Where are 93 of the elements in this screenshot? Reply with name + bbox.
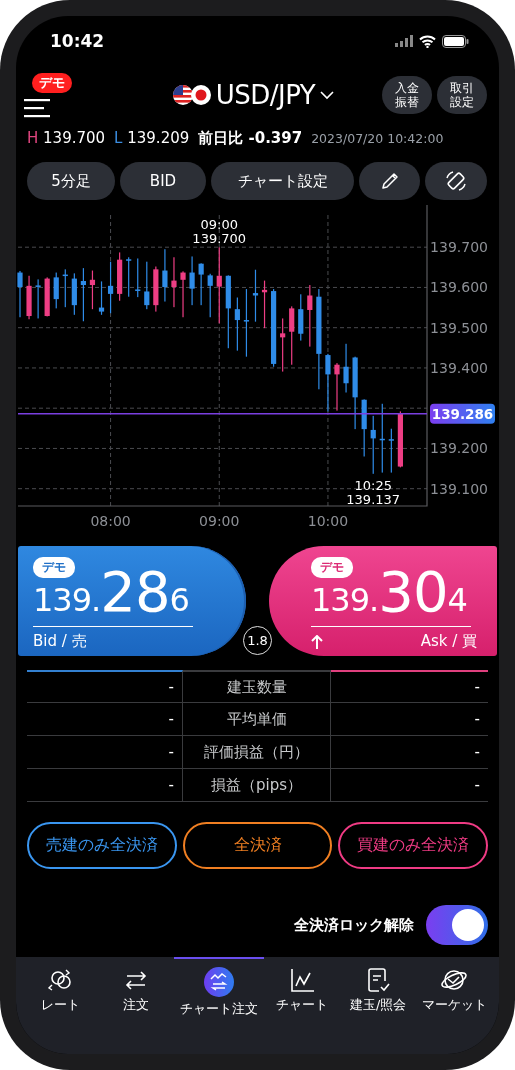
- price-label: Ask / 買: [420, 632, 477, 651]
- candlestick: [180, 271, 186, 318]
- candlestick: [397, 411, 403, 468]
- nav-tab[interactable]: チャート: [264, 957, 340, 1019]
- pencil-icon: [379, 171, 400, 191]
- menu-icon[interactable]: [22, 97, 52, 118]
- candlestick: [126, 257, 132, 297]
- table-cell: 建玉数量: [183, 670, 331, 703]
- candlestick: [26, 275, 32, 320]
- toolbar-button[interactable]: BID: [120, 162, 206, 200]
- currency-pair[interactable]: USD/JPY: [215, 80, 316, 110]
- high-price: 139.700: [43, 129, 106, 147]
- demo-badge: デモ: [311, 557, 353, 578]
- low-label: L: [114, 129, 123, 147]
- nav-tab[interactable]: 注文: [98, 957, 174, 1019]
- rotate-icon: [444, 169, 468, 193]
- axis-label: 09:00: [199, 513, 240, 529]
- axis-label: 139.500: [430, 319, 488, 336]
- nav-tab[interactable]: マーケット: [416, 957, 493, 1019]
- close-button[interactable]: 売建のみ全決済: [27, 822, 177, 869]
- nav-tab[interactable]: レート: [22, 957, 98, 1019]
- table-cell: 平均単価: [183, 703, 331, 736]
- header-button[interactable]: 入金振替: [382, 76, 432, 114]
- battery-icon: [442, 34, 469, 48]
- candlestick: [153, 266, 159, 312]
- annotation-label: 10:25: [354, 477, 392, 493]
- candlestick: [261, 280, 268, 329]
- table-cell: -: [27, 703, 183, 736]
- low-price: 139.209: [127, 129, 190, 147]
- timestamp: 2023/07/20 10:42:00: [311, 130, 444, 146]
- nav-tab[interactable]: 建玉/照会: [340, 957, 416, 1019]
- candlestick: [325, 353, 331, 412]
- axis-label: 08:00: [90, 513, 131, 529]
- status-time: 10:42: [50, 31, 105, 51]
- chart-arrows-icon: [204, 967, 234, 997]
- table-cell: -: [331, 769, 488, 802]
- toolbar-button[interactable]: チャート設定: [211, 162, 354, 200]
- candlestick: [207, 273, 213, 318]
- spread-badge: 1.8: [243, 626, 272, 655]
- axis-label: 139.400: [430, 359, 488, 376]
- axis-label: 10:00: [307, 513, 349, 529]
- table-cell: -: [27, 670, 183, 703]
- toolbar-button[interactable]: 5分足: [27, 162, 115, 200]
- header-button[interactable]: 取引設定: [437, 76, 487, 114]
- candlestick: [243, 289, 249, 357]
- candlestick: [370, 415, 376, 474]
- price-quote: 139.304: [311, 572, 471, 627]
- close-button[interactable]: 買建のみ全決済: [338, 822, 488, 869]
- candlestick: [280, 318, 286, 372]
- edit-button[interactable]: [359, 162, 420, 200]
- table-cell: 評価損益（円）: [183, 736, 331, 769]
- toggle-switch[interactable]: [426, 905, 488, 945]
- price-label: Bid / 売: [33, 632, 87, 651]
- demo-badge: デモ: [33, 557, 75, 578]
- table-cell: -: [27, 736, 183, 769]
- change-label: 前日比: [198, 128, 244, 147]
- flag-icon: [171, 84, 212, 106]
- table-cell: -: [331, 703, 488, 736]
- candlestick: [44, 277, 50, 317]
- planet-icon: [441, 967, 468, 993]
- annotation-label: 139.137: [346, 491, 401, 507]
- axis-label: 139.700: [430, 239, 488, 256]
- signal-icon: [395, 35, 413, 47]
- candlestick: [98, 281, 105, 315]
- candlestick: [289, 306, 295, 365]
- coins-icon: [46, 967, 74, 993]
- table-cell: -: [331, 670, 488, 703]
- price-change: -0.397: [248, 128, 303, 147]
- wifi-icon: [419, 34, 436, 48]
- axis-label: 139.600: [430, 279, 488, 296]
- axis-label: 139.200: [430, 440, 488, 457]
- table-cell: -: [331, 736, 488, 769]
- table-cell: 損益（pips）: [183, 769, 331, 802]
- price-quote: 139.286: [33, 572, 193, 627]
- candlestick: [17, 270, 23, 318]
- candlestick: [162, 249, 168, 302]
- line-chart-icon: [288, 967, 316, 993]
- candlestick: [334, 363, 340, 411]
- demo-badge: デモ: [32, 72, 72, 93]
- annotation-label: 139.700: [192, 231, 247, 247]
- chevron-down-icon[interactable]: [319, 90, 336, 100]
- close-button[interactable]: 全決済: [182, 822, 333, 869]
- nav-tab[interactable]: チャート注文: [174, 957, 264, 1019]
- high-label: H: [27, 129, 39, 147]
- toggle-label: 全決済ロック解除: [294, 915, 414, 935]
- candlestick: [307, 285, 313, 347]
- rotate-button[interactable]: [425, 162, 487, 200]
- current-price-tag: 139.286: [430, 403, 495, 424]
- axis-label: 139.100: [430, 480, 488, 497]
- annotation-label: 09:00: [200, 217, 238, 233]
- candlestick: [198, 263, 204, 306]
- table-cell: -: [27, 769, 183, 802]
- candlestick: [361, 399, 367, 457]
